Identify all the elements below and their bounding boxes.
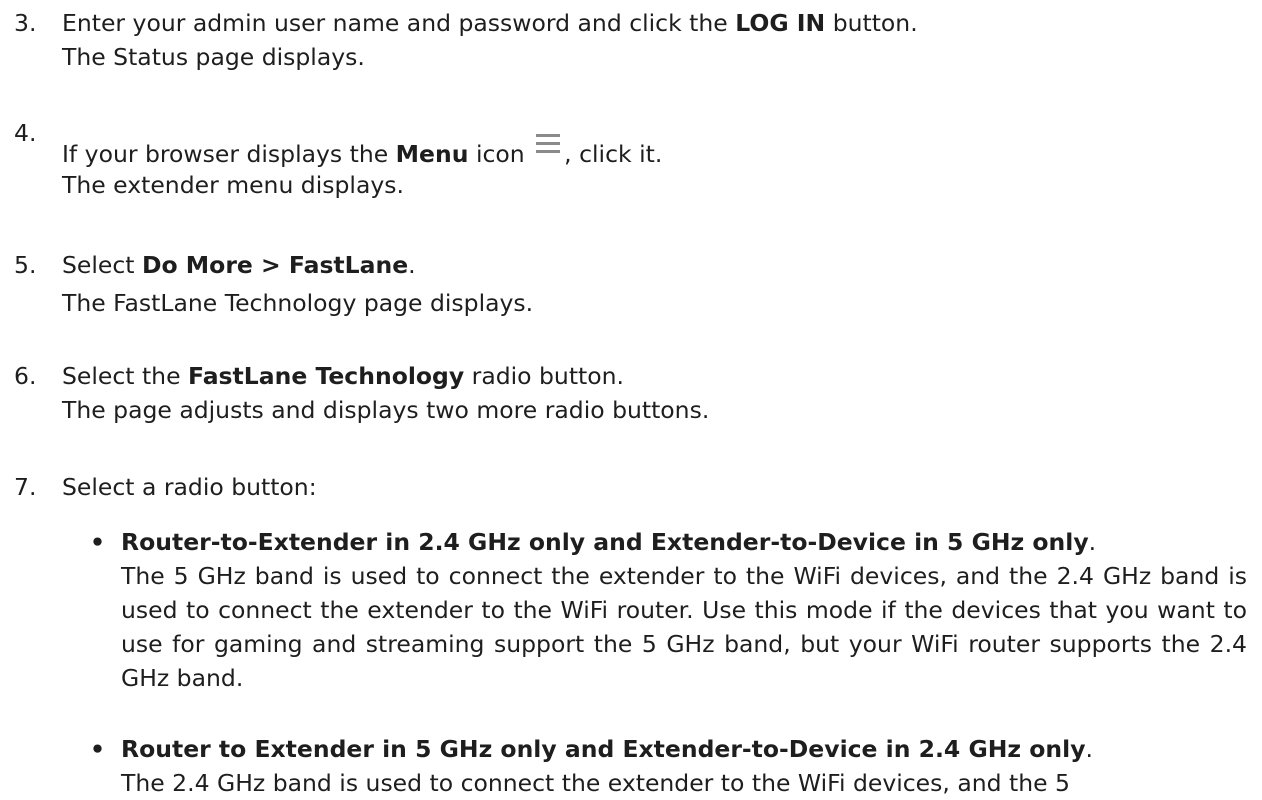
menu-icon [536,134,561,154]
step-number: 5. [14,251,37,279]
option-description: The 2.4 GHz band is used to connect the … [121,769,1070,797]
bullet: • [90,528,106,556]
step-instruction: Select Do More > FastLane. [62,251,416,279]
step-result: The Status page displays. [62,43,365,71]
document-page: 3. Enter your admin user name and passwo… [0,0,1262,797]
option-description: The 5 GHz band is used to connect the ex… [121,562,1247,692]
step-instruction: If your browser displays the Menu icon ,… [62,134,662,171]
ui-term-do-more-fastlane: Do More > FastLane [141,251,409,279]
step-number: 6. [14,362,37,390]
step-instruction: Select a radio button: [62,473,317,501]
ui-term-fastlane-technology: FastLane Technology [188,362,465,390]
step-number: 3. [14,9,37,37]
step-instruction: Select the FastLane Technology radio but… [62,362,624,390]
step-number: 7. [14,473,37,501]
step-result: The FastLane Technology page displays. [62,289,534,317]
step-instruction: Enter your admin user name and password … [62,9,918,37]
option-title: Router-to-Extender in 2.4 GHz only and E… [121,528,1097,556]
ui-term-menu: Menu [395,140,469,168]
step-result: The extender menu displays. [62,171,404,199]
step-result: The page adjusts and displays two more r… [62,396,710,424]
bullet: • [90,735,106,763]
step-number: 4. [14,119,37,147]
ui-term-log-in: LOG IN [735,9,826,37]
option-title: Router to Extender in 5 GHz only and Ext… [121,735,1093,763]
